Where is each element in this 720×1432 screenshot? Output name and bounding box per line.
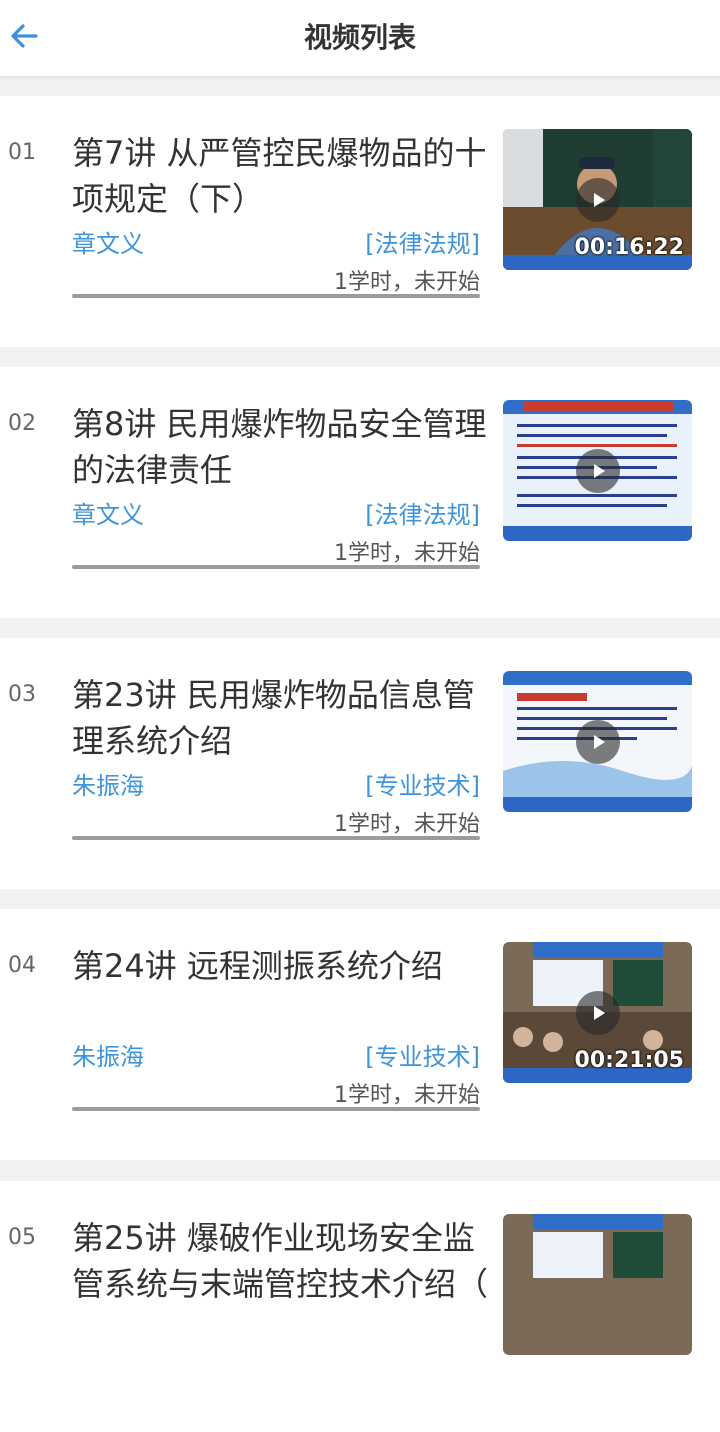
video-item[interactable]: 05 第25讲 爆破作业现场安全监管系统与末端管控技术介绍（ — [0, 1181, 720, 1432]
app-header: 视频列表 — [0, 0, 720, 77]
category-tag[interactable]: [专业技术] — [365, 1037, 480, 1072]
video-thumbnail[interactable] — [503, 1214, 692, 1355]
teacher-name[interactable]: 朱振海 — [72, 1037, 144, 1072]
study-status: 1学时，未开始 — [334, 541, 480, 566]
video-thumbnail[interactable] — [503, 400, 692, 541]
video-thumbnail[interactable]: 00:16:22 — [503, 129, 692, 270]
video-item[interactable]: 01 第7讲 从严管控民爆物品的十项规定（下） 章文义 [法律法规] 1学时，未… — [0, 96, 720, 347]
play-icon[interactable] — [575, 448, 620, 493]
page-title: 视频列表 — [303, 21, 416, 54]
progress-bar — [72, 1107, 480, 1111]
play-icon[interactable] — [575, 990, 620, 1035]
progress-bar — [72, 294, 480, 298]
video-item[interactable]: 02 第8讲 民用爆炸物品安全管理的法律责任 章文义 [法律法规] 1学时，未开… — [0, 367, 720, 618]
video-thumbnail[interactable]: 00:21:05 — [503, 942, 692, 1083]
play-icon[interactable] — [575, 719, 620, 764]
video-number: 03 — [8, 682, 36, 707]
video-number: 02 — [8, 411, 36, 436]
progress-bar — [72, 565, 480, 569]
video-title[interactable]: 第24讲 远程测振系统介绍 — [72, 943, 488, 989]
category-tag[interactable]: [法律法规] — [365, 495, 480, 530]
category-tag[interactable]: [法律法规] — [365, 224, 480, 259]
video-item[interactable]: 04 第24讲 远程测振系统介绍 朱振海 [专业技术] 1学时，未开始 00:2… — [0, 909, 720, 1160]
teacher-name[interactable]: 章文义 — [72, 224, 144, 259]
category-tag[interactable]: [专业技术] — [365, 766, 480, 801]
study-status: 1学时，未开始 — [334, 1083, 480, 1108]
video-title[interactable]: 第25讲 爆破作业现场安全监管系统与末端管控技术介绍（ — [72, 1215, 488, 1307]
study-status: 1学时，未开始 — [334, 270, 480, 295]
video-item[interactable]: 03 第23讲 民用爆炸物品信息管理系统介绍 朱振海 [专业技术] 1学时，未开… — [0, 638, 720, 889]
video-duration: 00:16:22 — [574, 235, 684, 260]
video-duration: 00:21:05 — [574, 1048, 684, 1073]
video-title[interactable]: 第7讲 从严管控民爆物品的十项规定（下） — [72, 130, 488, 222]
video-number: 01 — [8, 140, 36, 165]
progress-bar — [72, 836, 480, 840]
video-thumbnail[interactable] — [503, 671, 692, 812]
teacher-name[interactable]: 章文义 — [72, 495, 144, 530]
video-number: 05 — [8, 1225, 36, 1250]
study-status: 1学时，未开始 — [334, 812, 480, 837]
teacher-name[interactable]: 朱振海 — [72, 766, 144, 801]
play-icon[interactable] — [575, 177, 620, 222]
video-number: 04 — [8, 953, 36, 978]
video-title[interactable]: 第8讲 民用爆炸物品安全管理的法律责任 — [72, 401, 488, 493]
video-title[interactable]: 第23讲 民用爆炸物品信息管理系统介绍 — [72, 672, 488, 764]
